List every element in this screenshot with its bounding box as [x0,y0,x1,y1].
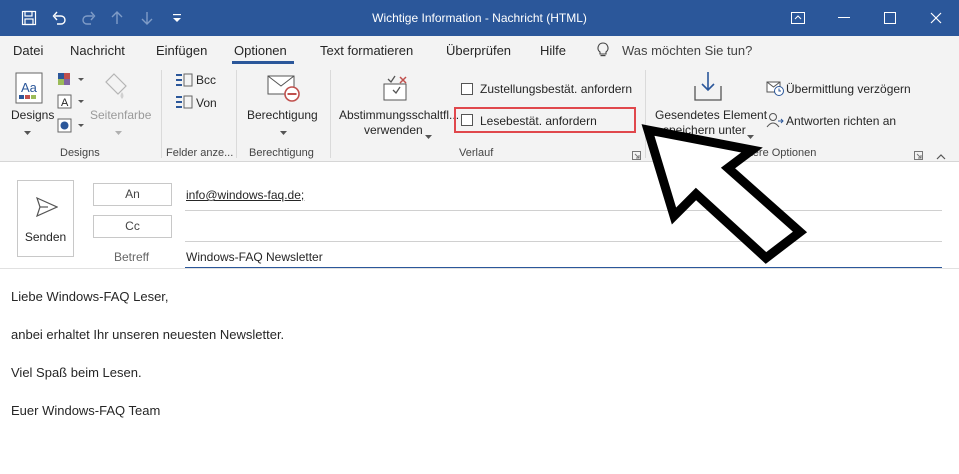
undo-icon[interactable] [44,0,74,36]
minimize-icon[interactable] [821,0,867,36]
delay-delivery-icon[interactable] [766,80,784,99]
tab-nachricht[interactable]: Nachricht [70,43,125,58]
tab-hilfe[interactable]: Hilfe [540,43,566,58]
colors-icon[interactable] [57,72,85,89]
subject-label: Betreff [114,250,150,264]
collapse-ribbon-icon[interactable] [936,149,946,163]
cc-button[interactable]: Cc [93,215,172,238]
berechtigung-button[interactable]: Berechtigung [247,108,318,122]
group-label-felder: Felder anze... [166,147,234,159]
save-icon[interactable] [14,0,44,36]
highlight-box [454,107,636,133]
group-label-designs: Designs [60,147,100,159]
ribbon-display-icon[interactable] [775,0,821,36]
title-bar: Wichtige Information - Nachricht (HTML) [0,0,959,36]
chevron-down-icon [24,124,31,138]
customize-icon[interactable] [162,0,192,36]
tab-optionen[interactable]: Optionen [234,43,287,58]
save-sent-item-icon[interactable] [692,70,724,107]
send-icon [35,196,59,220]
maximize-icon[interactable] [867,0,913,36]
group-separator [330,70,331,158]
tell-me-input[interactable]: Was möchten Sie tun? [622,43,752,58]
fonts-icon[interactable]: A [57,94,85,113]
cc-field-underline [185,241,942,242]
permission-icon[interactable] [267,74,301,107]
zustellung-label: Zustellungsbestät. anfordern [480,82,633,96]
pointer-arrow-icon [640,120,820,268]
page-color-icon[interactable] [104,72,130,107]
group-separator [236,70,237,158]
chevron-down-icon [115,124,122,138]
voting-buttons-icon[interactable] [380,72,412,107]
send-button[interactable]: Senden [17,180,74,257]
body-line[interactable]: Viel Spaß beim Lesen. [11,365,142,380]
dialog-launcher-icon[interactable] [914,149,923,160]
bcc-button[interactable]: Bcc [196,73,216,87]
verzoegern-button[interactable]: Übermittlung verzögern [786,82,911,96]
seitenfarbe-button[interactable]: Seitenfarbe [90,108,151,122]
body-line[interactable]: Euer Windows-FAQ Team [11,403,160,418]
group-label-verlauf: Verlauf [459,147,494,159]
body-separator [0,268,959,269]
svg-text:Aa: Aa [21,80,38,95]
group-label-berechtigung: Berechtigung [249,147,314,159]
to-field[interactable]: info@windows-faq.de; [186,188,304,202]
bcc-icon[interactable] [175,72,193,91]
close-icon[interactable] [913,0,959,36]
group-separator [161,70,162,158]
subject-field[interactable]: Windows-FAQ Newsletter [186,250,323,264]
chevron-down-icon [280,124,287,138]
tab-text-formatieren[interactable]: Text formatieren [320,43,413,58]
redo-icon[interactable] [74,0,104,36]
chevron-down-icon [425,128,432,142]
lightbulb-icon [596,42,610,61]
designs-icon[interactable]: Aa [14,72,46,109]
tab-einfuegen[interactable]: Einfügen [156,43,207,58]
designs-button[interactable]: Designs [11,108,54,122]
svg-text:A: A [61,97,69,109]
down-arrow-icon[interactable] [132,0,162,36]
to-button[interactable]: An [93,183,172,206]
abstimmung-button[interactable]: Abstimmungsschaltfl... [339,108,459,122]
body-line[interactable]: anbei erhaltet Ihr unseren neuesten News… [11,327,284,342]
tab-datei[interactable]: Datei [13,43,43,58]
up-arrow-icon[interactable] [102,0,132,36]
effects-icon[interactable] [57,118,85,137]
to-field-underline [185,210,942,211]
von-button[interactable]: Von [196,96,217,110]
abstimmung-button-line2[interactable]: verwenden [364,123,423,137]
body-line[interactable]: Liebe Windows-FAQ Leser, [11,289,169,304]
from-icon[interactable] [175,94,193,113]
send-label: Senden [24,230,67,244]
zustellung-checkbox[interactable] [461,83,473,95]
ribbon-tabs: Datei Nachricht Einfügen Optionen Text f… [0,36,959,64]
tab-ueberpruefen[interactable]: Überprüfen [446,43,511,58]
